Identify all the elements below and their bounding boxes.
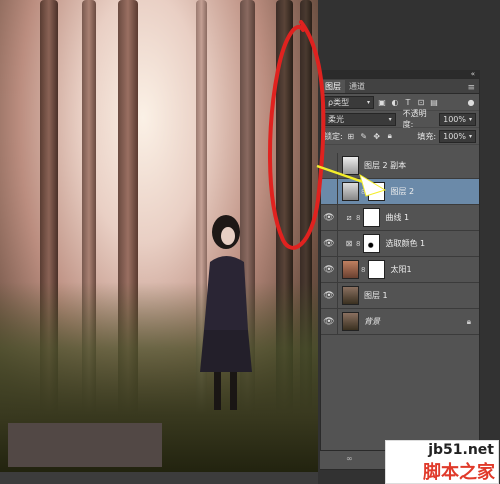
annotation-layer	[268, 20, 387, 250]
yellow-arrow	[316, 164, 387, 197]
red-annotation-loop	[268, 20, 326, 250]
watermark-site: jb51.net	[428, 442, 494, 458]
watermark: jb51.net 脚本之家	[385, 440, 499, 484]
watermark-name: 脚本之家	[423, 462, 495, 483]
